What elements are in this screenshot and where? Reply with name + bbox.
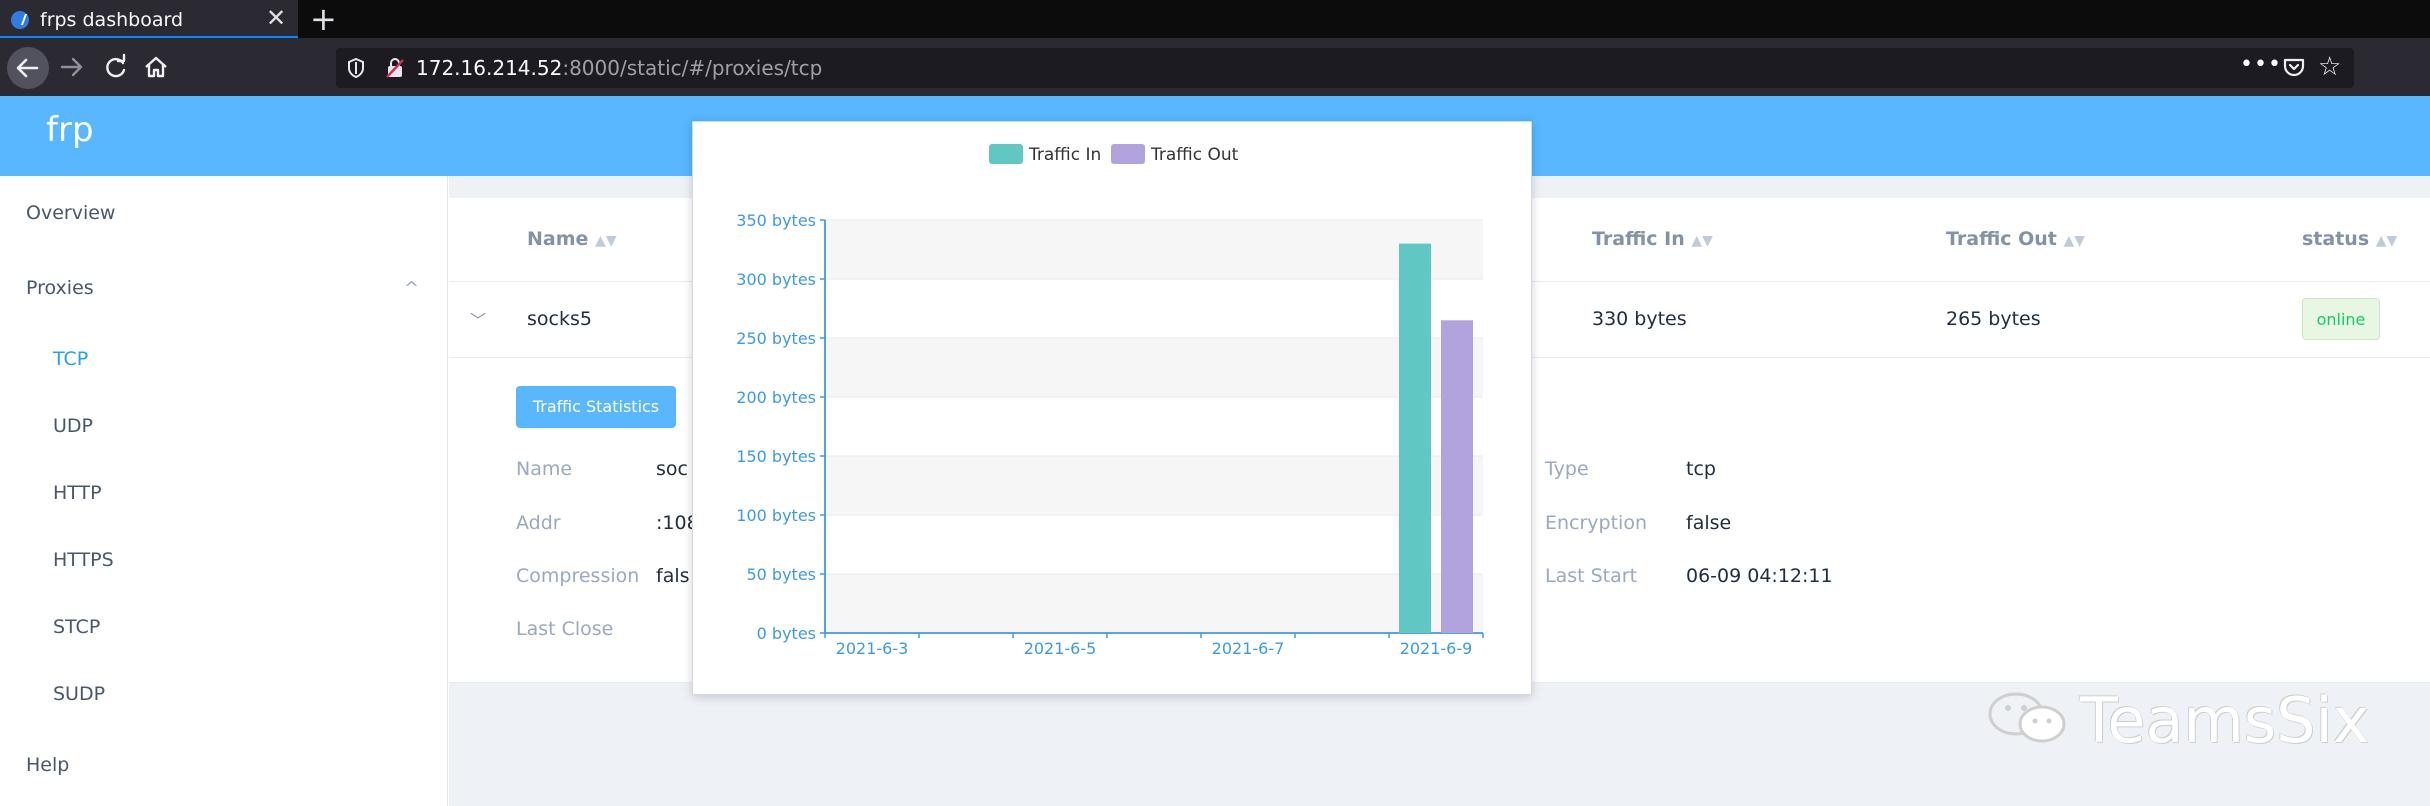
y-tick-label: 0 bytes <box>757 624 816 643</box>
tab-close-icon[interactable]: ✕ <box>266 5 286 31</box>
page-actions-more-icon[interactable]: ••• <box>2240 52 2282 77</box>
reload-button[interactable] <box>98 47 134 87</box>
x-tick-label: 2021-6-9 <box>1400 639 1473 658</box>
url-host: 172.16.214.52 <box>416 56 563 80</box>
browser-tab-bar <box>0 0 2430 38</box>
column-header-traffic-out[interactable]: Traffic Out ▲▼ <box>1946 228 2085 250</box>
traffic-out-bar <box>1441 320 1473 633</box>
detail-label-addr: Addr <box>516 512 561 534</box>
grid-band <box>825 220 1483 279</box>
sidebar-item-http[interactable]: HTTP <box>53 482 102 504</box>
y-tick-label: 200 bytes <box>736 388 816 407</box>
grid-band <box>825 574 1483 633</box>
sidebar-item-help[interactable]: Help <box>26 754 69 776</box>
traffic-statistics-popup: 0 bytes 50 bytes 100 bytes 150 bytes 200 byt… <box>692 121 1532 695</box>
traffic-in-bar <box>1399 243 1431 633</box>
frp-favicon-icon <box>11 11 29 29</box>
sidebar-item-overview[interactable]: Overview <box>26 202 115 224</box>
y-tick-label: 350 bytes <box>736 211 816 230</box>
chevron-up-icon[interactable]: ^ <box>404 278 419 299</box>
x-tick-label: 2021-6-7 <box>1212 639 1285 658</box>
grid-band <box>825 338 1483 397</box>
wechat-logo-icon <box>1984 688 2074 748</box>
sidebar-item-stcp[interactable]: STCP <box>53 616 100 638</box>
sort-ascending-icon[interactable]: ▲▼ <box>595 233 617 249</box>
column-header-traffic-in-label: Traffic In <box>1592 228 1685 250</box>
bookmark-star-icon[interactable]: ☆ <box>2318 52 2341 82</box>
y-tick-label: 50 bytes <box>746 565 816 584</box>
sort-icon[interactable]: ▲▼ <box>2376 233 2398 249</box>
url-text[interactable]: 172.16.214.52:8000/static/#/proxies/tcp <box>416 56 822 80</box>
pocket-icon[interactable] <box>2282 54 2306 80</box>
detail-value-last-start: 06-09 04:12:11 <box>1686 565 1833 587</box>
legend-label-traffic-out: Traffic Out <box>1150 145 1239 165</box>
forward-button[interactable] <box>54 47 90 87</box>
home-button[interactable] <box>138 47 174 87</box>
traffic-bar-chart: 0 bytes 50 bytes 100 bytes 150 bytes 200 byt… <box>736 144 1484 658</box>
detail-label-last-start: Last Start <box>1545 565 1638 587</box>
grid-band <box>825 456 1483 515</box>
url-path: :8000/static/#/proxies/tcp <box>562 56 823 80</box>
brand-logo-text: frp <box>46 110 94 150</box>
legend-label-traffic-in: Traffic In <box>1028 145 1101 165</box>
legend-swatch-traffic-out <box>1111 144 1145 164</box>
detail-value-type: tcp <box>1686 458 1716 480</box>
traffic-out-cell: 265 bytes <box>1946 308 2041 330</box>
x-tick-label: 2021-6-5 <box>1024 639 1097 658</box>
arrow-left-icon <box>16 58 39 78</box>
detail-value-name: soc <box>656 458 688 480</box>
sort-icon[interactable]: ▲▼ <box>2064 233 2086 249</box>
y-tick-label: 150 bytes <box>736 447 816 466</box>
sidebar-item-sudp[interactable]: SUDP <box>53 683 105 705</box>
sidebar-item-proxies[interactable]: Proxies <box>26 277 94 299</box>
arrow-right-icon <box>60 57 83 77</box>
traffic-statistics-button[interactable]: Traffic Statistics <box>516 386 676 428</box>
detail-value-compression: fals <box>656 565 690 587</box>
tab-title: frps dashboard <box>40 9 184 31</box>
detail-label-type: Type <box>1545 458 1589 480</box>
y-tick-label: 100 bytes <box>736 506 816 525</box>
new-tab-button[interactable]: + <box>310 2 337 36</box>
detail-label-compression: Compression <box>516 565 640 587</box>
sidebar-item-udp[interactable]: UDP <box>53 415 93 437</box>
sidebar-item-tcp[interactable]: TCP <box>53 348 88 370</box>
proxy-name-cell: socks5 <box>527 308 592 330</box>
x-tick-label: 2021-6-3 <box>836 639 909 658</box>
column-header-traffic-out-label: Traffic Out <box>1946 228 2057 250</box>
column-header-name[interactable]: Name ▲▼ <box>527 228 617 250</box>
watermark-text: TeamsSix <box>2080 684 2370 757</box>
legend-swatch-traffic-in <box>989 144 1023 164</box>
sort-icon[interactable]: ▲▼ <box>1691 233 1713 249</box>
detail-label-encryption: Encryption <box>1545 512 1648 534</box>
detail-label-last-close: Last Close <box>516 618 614 640</box>
reload-icon <box>106 53 126 78</box>
y-tick-label: 300 bytes <box>736 270 816 289</box>
chevron-down-icon[interactable]: ﹀ <box>470 307 486 331</box>
column-header-traffic-in[interactable]: Traffic In ▲▼ <box>1592 228 1713 250</box>
tracking-shield-icon[interactable] <box>346 56 366 80</box>
back-button[interactable] <box>7 47 49 89</box>
column-header-name-label: Name <box>527 228 589 250</box>
column-header-status[interactable]: status ▲▼ <box>2302 228 2397 250</box>
detail-value-encryption: false <box>1686 512 1732 534</box>
status-badge: online <box>2302 298 2380 340</box>
detail-label-name: Name <box>516 458 573 480</box>
column-header-status-label: status <box>2302 228 2370 250</box>
y-tick-label: 250 bytes <box>736 329 816 348</box>
insecure-lock-icon[interactable] <box>384 56 406 80</box>
sidebar-item-https[interactable]: HTTPS <box>53 549 114 571</box>
home-icon <box>145 56 167 78</box>
traffic-in-cell: 330 bytes <box>1592 308 1687 330</box>
